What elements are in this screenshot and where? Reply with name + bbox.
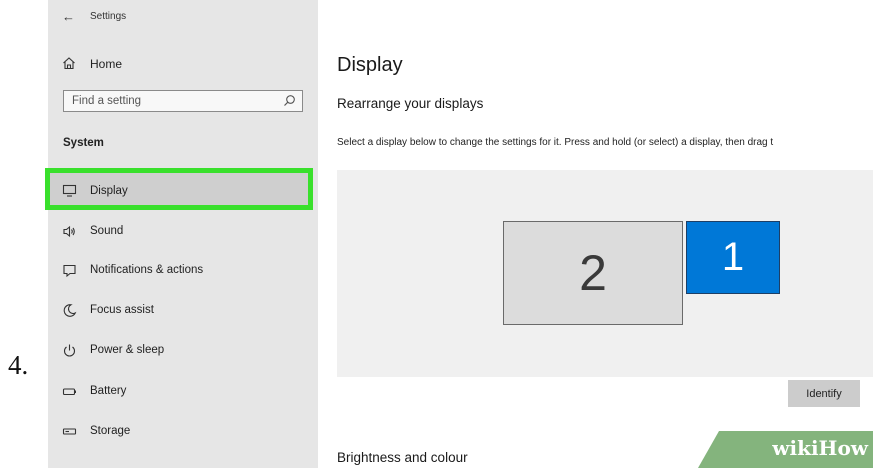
sidebar-item-power-sleep[interactable]: Power & sleep: [48, 332, 318, 370]
power-icon: [64, 344, 75, 357]
display-arrangement-area: 2 1: [337, 170, 873, 377]
notifications-icon: [63, 264, 76, 278]
sidebar-item-label: Battery: [90, 385, 127, 397]
sidebar-item-label: Notifications & actions: [90, 264, 204, 276]
display-settings-pane: Display Rearrange your displays Select a…: [318, 0, 873, 468]
search-box: [63, 90, 303, 112]
back-arrow-icon[interactable]: ←: [62, 9, 75, 24]
rearrange-description: Select a display below to change the set…: [337, 137, 774, 148]
identify-button[interactable]: Identify: [788, 380, 860, 407]
sidebar-item-battery[interactable]: Battery: [48, 373, 318, 411]
battery-icon: [62, 388, 76, 396]
wikihow-watermark: wikiHow: [698, 431, 873, 468]
home-label: Home: [90, 57, 123, 71]
sidebar-item-label: Display: [90, 185, 128, 197]
monitor-icon: [62, 184, 77, 197]
wikihow-logo-part1: wiki: [772, 436, 819, 460]
section-heading-system: System: [63, 137, 104, 149]
sidebar-item-display[interactable]: Display: [45, 168, 313, 210]
sidebar-item-label: Focus assist: [90, 304, 154, 316]
display-1-monitor[interactable]: 1: [686, 221, 780, 294]
sidebar-item-label: Power & sleep: [90, 344, 165, 356]
window-title: Settings: [90, 11, 127, 22]
sidebar-item-storage[interactable]: Storage: [48, 413, 318, 451]
sidebar-item-label: Sound: [90, 225, 124, 237]
sidebar-item-notifications[interactable]: Notifications & actions: [48, 252, 318, 290]
moon-icon: [63, 304, 77, 317]
home-nav-item[interactable]: Home: [48, 52, 318, 78]
wikihow-logo-part2: How: [818, 436, 868, 460]
settings-sidebar: ← Settings Home System Display Sound: [45, 0, 318, 468]
display-2-monitor[interactable]: 2: [503, 221, 683, 325]
search-icon[interactable]: [283, 94, 296, 107]
rearrange-displays-heading: Rearrange your displays: [337, 96, 484, 111]
speaker-icon: [63, 225, 75, 238]
sidebar-item-label: Storage: [90, 425, 131, 437]
brightness-colour-heading: Brightness and colour: [337, 450, 468, 465]
sidebar-item-sound[interactable]: Sound: [48, 213, 318, 251]
sidebar-item-focus-assist[interactable]: Focus assist: [48, 292, 318, 330]
title-bar: ← Settings: [48, 0, 318, 32]
search-input[interactable]: [64, 91, 269, 111]
step-number: 4.: [8, 350, 29, 380]
wikihow-logo-text: wikiHow: [772, 436, 868, 460]
storage-icon: [62, 428, 77, 435]
home-icon: [63, 57, 75, 70]
page-title: Display: [337, 54, 403, 76]
